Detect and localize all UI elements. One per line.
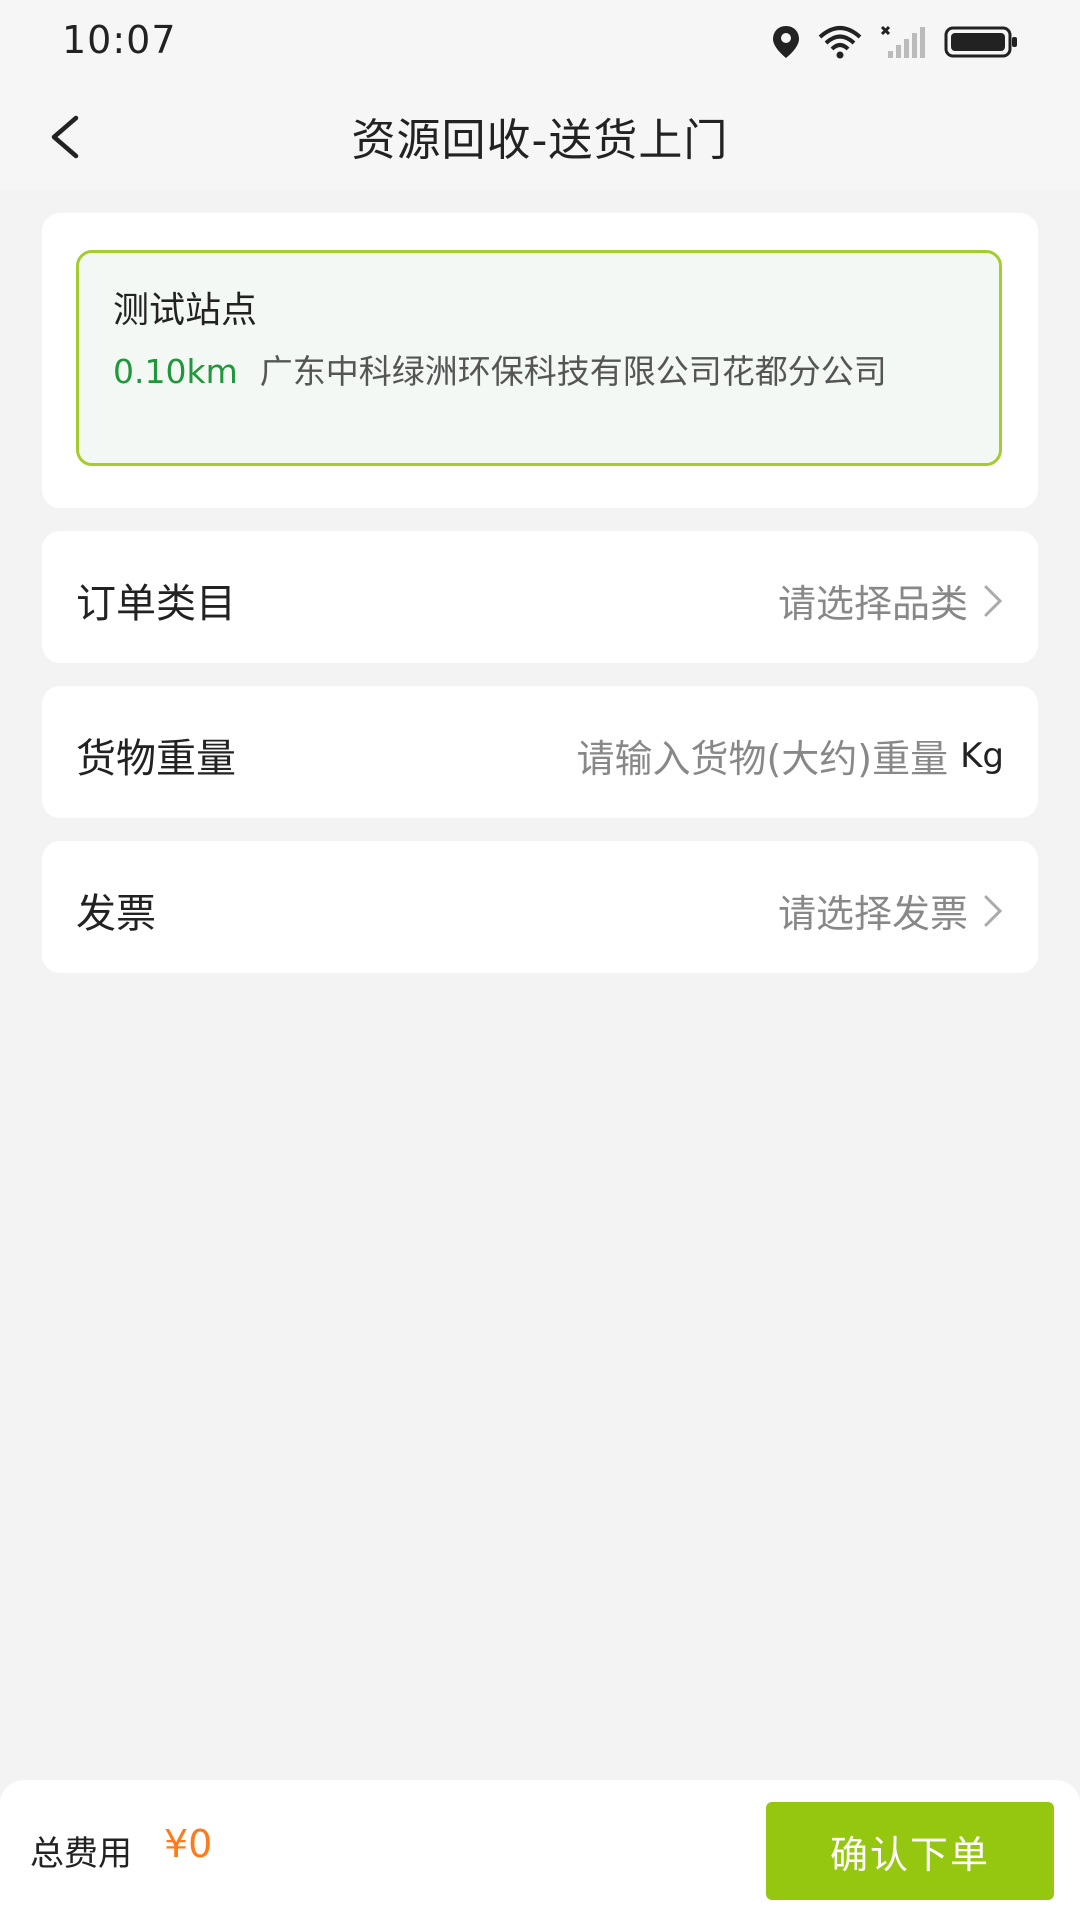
chevron-right-icon <box>984 585 1003 616</box>
station-name: 测试站点 <box>113 290 258 331</box>
status-time: 10:07 <box>62 18 177 62</box>
invoice-select[interactable]: 请选择发票 <box>778 883 1004 938</box>
total-label: 总费用 <box>30 1834 132 1874</box>
nav-bar: 资源回收-送货上门 <box>0 84 1080 190</box>
station-address: 广东中科绿洲环保科技有限公司花都分公司 <box>259 352 887 391</box>
invoice-label: 发票 <box>76 891 156 937</box>
status-bar: 10:07 <box>0 0 1080 84</box>
weight-row: 货物重量 请输入货物(大约)重量 Kg <box>42 686 1038 818</box>
invoice-row[interactable]: 发票 请选择发票 <box>42 841 1038 973</box>
chevron-right-icon <box>984 895 1003 926</box>
page-title: 资源回收-送货上门 <box>351 115 729 166</box>
signal-icon <box>880 25 925 58</box>
battery-icon <box>944 26 1017 58</box>
wifi-icon <box>818 26 862 59</box>
weight-unit: Kg <box>960 735 1004 776</box>
total-value: ¥0 <box>164 1822 213 1866</box>
category-label: 订单类目 <box>76 581 236 627</box>
invoice-placeholder: 请选择发票 <box>777 892 968 936</box>
weight-input[interactable]: 请输入货物(大约)重量 <box>576 728 948 783</box>
location-icon <box>773 26 799 58</box>
weight-label: 货物重量 <box>76 736 236 782</box>
confirm-order-button[interactable]: 确认下单 <box>766 1802 1054 1900</box>
station-detail: 0.10km 广东中科绿洲环保科技有限公司花都分公司 <box>113 349 965 395</box>
weight-input-wrap[interactable]: 请输入货物(大约)重量 Kg <box>576 728 1004 783</box>
category-placeholder: 请选择品类 <box>777 582 968 626</box>
station-card: 测试站点 0.10km 广东中科绿洲环保科技有限公司花都分公司 <box>42 213 1038 508</box>
category-select[interactable]: 请选择品类 <box>778 573 1004 628</box>
station-distance: 0.10km <box>113 352 238 391</box>
status-icons <box>772 22 1018 62</box>
station-option[interactable]: 测试站点 0.10km 广东中科绿洲环保科技有限公司花都分公司 <box>76 250 1002 466</box>
bottom-bar: 总费用 ¥0 确认下单 <box>0 1780 1080 1920</box>
category-row[interactable]: 订单类目 请选择品类 <box>42 531 1038 663</box>
